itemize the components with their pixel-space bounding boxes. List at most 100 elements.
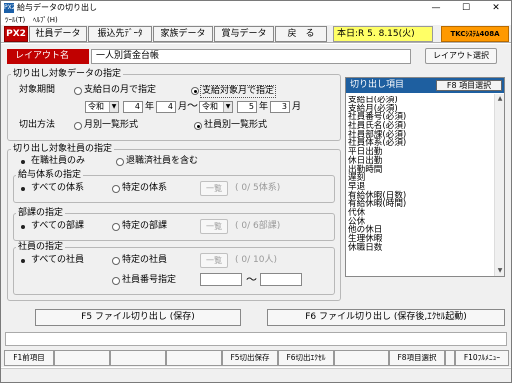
title-bar: PX2 給与データの切り出し — ☐ ✕ [1, 1, 511, 15]
output-item[interactable]: 遅刻 [348, 174, 493, 183]
salary-specific-radio[interactable] [112, 185, 120, 193]
current-date: 本日:R 5. 8.15(火) [333, 26, 433, 42]
employee-data-button[interactable]: 社員データ [29, 26, 87, 42]
to-year-unit: 年 [259, 102, 269, 112]
active-only-radio[interactable] [19, 158, 27, 166]
f5-export-save-button[interactable]: F5 ファイル切り出し (保存) [35, 309, 241, 326]
department-group-title: 部課の指定 [16, 208, 66, 218]
chevron-down-icon: ▼ [109, 102, 118, 112]
fkey-1[interactable]: F1前項目 [4, 350, 54, 366]
method-option-monthly: 月別一覧形式 [84, 120, 139, 130]
bonus-data-button[interactable]: 賞与データ [214, 26, 274, 42]
to-era-select[interactable]: 令和 ▼ [199, 101, 233, 113]
period-radio-payday[interactable] [74, 87, 82, 95]
employee-specific-radio[interactable] [112, 257, 120, 265]
bank-transfer-data-button[interactable]: 振込先ﾃﾞｰﾀ [88, 26, 152, 42]
from-month-unit: 月 [178, 102, 188, 112]
message-bar [5, 332, 507, 346]
employee-number-tilde: 〜 [246, 273, 257, 286]
employee-all-option: すべての社員 [31, 255, 85, 265]
fkey-3[interactable] [110, 350, 166, 366]
scroll-up-icon[interactable]: ▲ [495, 94, 505, 104]
employee-list-button[interactable]: 一覧 [200, 253, 228, 268]
fkey-6[interactable]: F6切出ｴｸｾﾙ [278, 350, 334, 366]
dept-count: ( 0/ 6部課) [235, 221, 281, 231]
to-era-value: 令和 [202, 102, 218, 111]
fkey-9[interactable] [445, 350, 455, 366]
px2-button[interactable]: PX2 [4, 26, 28, 42]
target-data-group-title: 切り出し対象データの指定 [11, 69, 124, 79]
main-window: PX2 給与データの切り出し — ☐ ✕ ﾂｰﾙ(T) ﾍﾙﾌﾟ(H) PX2 … [0, 0, 512, 383]
chevron-down-icon: ▼ [223, 102, 232, 112]
window-title: 給与データの切り出し [17, 3, 97, 12]
back-button[interactable]: 戻 る [275, 26, 327, 42]
output-item[interactable]: 有給休暇(時間) [348, 200, 493, 209]
scroll-down-icon[interactable]: ▼ [495, 266, 505, 276]
from-month-field[interactable]: 4 [156, 101, 176, 113]
dept-list-button[interactable]: 一覧 [200, 219, 228, 234]
items-scrollbar[interactable]: ▲ ▼ [494, 94, 504, 276]
layout-name-label: レイアウト名 [7, 49, 89, 64]
menu-bar: ﾂｰﾙ(T) ﾍﾙﾌﾟ(H) [1, 15, 511, 25]
target-employees-group-title: 切り出し対象社員の指定 [11, 144, 115, 154]
period-radio-target-month[interactable] [191, 87, 199, 95]
employee-number-option: 社員番号指定 [122, 275, 177, 285]
salary-system-group-title: 給与体系の指定 [16, 170, 84, 180]
fkey-2[interactable] [54, 350, 110, 366]
salary-all-radio[interactable] [19, 185, 27, 193]
employee-specific-option: 特定の社員 [122, 255, 168, 265]
output-item[interactable]: 出勤時間 [348, 165, 493, 175]
menu-help[interactable]: ﾍﾙﾌﾟ(H) [33, 15, 58, 25]
output-item[interactable]: 休職日数 [348, 243, 493, 253]
family-data-button[interactable]: 家族データ [153, 26, 213, 42]
salary-specific-option: 特定の体系 [122, 183, 168, 193]
method-label: 切出方法 [19, 120, 56, 130]
to-month-unit: 月 [292, 102, 302, 112]
employee-count: ( 0/ 10人) [235, 255, 277, 265]
employee-group-title: 社員の指定 [16, 242, 66, 252]
fkey-4[interactable] [166, 350, 222, 366]
function-key-bar: F1前項目 F5切出保存 F6切出ｴｸｾﾙ F8項目選択 F10ﾌﾙﾒﾆｭｰ [1, 349, 511, 367]
from-year-field[interactable]: 4 [123, 101, 143, 113]
close-button[interactable]: ✕ [481, 1, 511, 15]
active-only-option: 在職社員のみ [31, 156, 86, 166]
dept-specific-radio[interactable] [112, 223, 120, 231]
employee-number-to-field[interactable] [260, 273, 302, 286]
employee-number-from-field[interactable] [200, 273, 242, 286]
fkey-8[interactable]: F8項目選択 [389, 350, 445, 366]
output-items-panel: 切り出し項目 F8 項目選択 支給日(必須) 支給月(必須) 社員番号(必須) 社員氏… [345, 77, 505, 277]
employee-all-radio[interactable] [19, 257, 27, 265]
item-select-button[interactable]: F8 項目選択 [436, 80, 502, 91]
period-option-target-month: 支給対象月で指定 [200, 85, 277, 98]
output-item[interactable]: 代休 [348, 209, 493, 218]
output-items-list[interactable]: 支給日(必須) 支給月(必須) 社員番号(必須) 社員氏名(必須) 社員部課(必須) 社員… [348, 96, 493, 276]
from-era-select[interactable]: 令和 ▼ [85, 101, 119, 113]
menu-tools[interactable]: ﾂｰﾙ(T) [5, 15, 25, 25]
fkey-5[interactable]: F5切出保存 [222, 350, 278, 366]
status-bar [1, 368, 511, 382]
include-retired-radio[interactable] [116, 158, 124, 166]
to-month-field[interactable]: 3 [270, 101, 290, 113]
to-year-field[interactable]: 5 [237, 101, 257, 113]
from-era-value: 令和 [88, 102, 104, 111]
dept-specific-option: 特定の部課 [122, 221, 168, 231]
toolbar: PX2 社員データ 振込先ﾃﾞｰﾀ 家族データ 賞与データ 戻 る 本日:R 5… [1, 25, 511, 43]
layout-name-field[interactable]: 一人別賃金台帳 [91, 49, 411, 64]
include-retired-option: 退職済社員を含む [126, 156, 199, 166]
salary-list-button[interactable]: 一覧 [200, 181, 228, 196]
minimize-button[interactable]: — [421, 1, 451, 15]
method-option-by-employee: 社員別一覧形式 [204, 120, 268, 130]
fkey-7[interactable] [334, 350, 389, 366]
maximize-button[interactable]: ☐ [451, 1, 481, 15]
tkc-system-badge: TKCｼｽﾃﾑ408A [441, 26, 509, 42]
fkey-10[interactable]: F10ﾌﾙﾒﾆｭｰ [455, 350, 509, 366]
method-radio-monthly[interactable] [74, 122, 82, 130]
employee-number-radio[interactable] [112, 277, 120, 285]
f6-export-excel-button[interactable]: F6 ファイル切り出し (保存後,ｴｸｾﾙ起動) [267, 309, 505, 326]
period-tilde: 〜 [187, 99, 198, 112]
method-radio-by-employee[interactable] [194, 122, 202, 130]
app-icon: PX2 [4, 3, 16, 13]
from-year-unit: 年 [145, 102, 155, 112]
dept-all-radio[interactable] [19, 223, 27, 231]
layout-select-button[interactable]: レイアウト選択 [425, 48, 497, 64]
